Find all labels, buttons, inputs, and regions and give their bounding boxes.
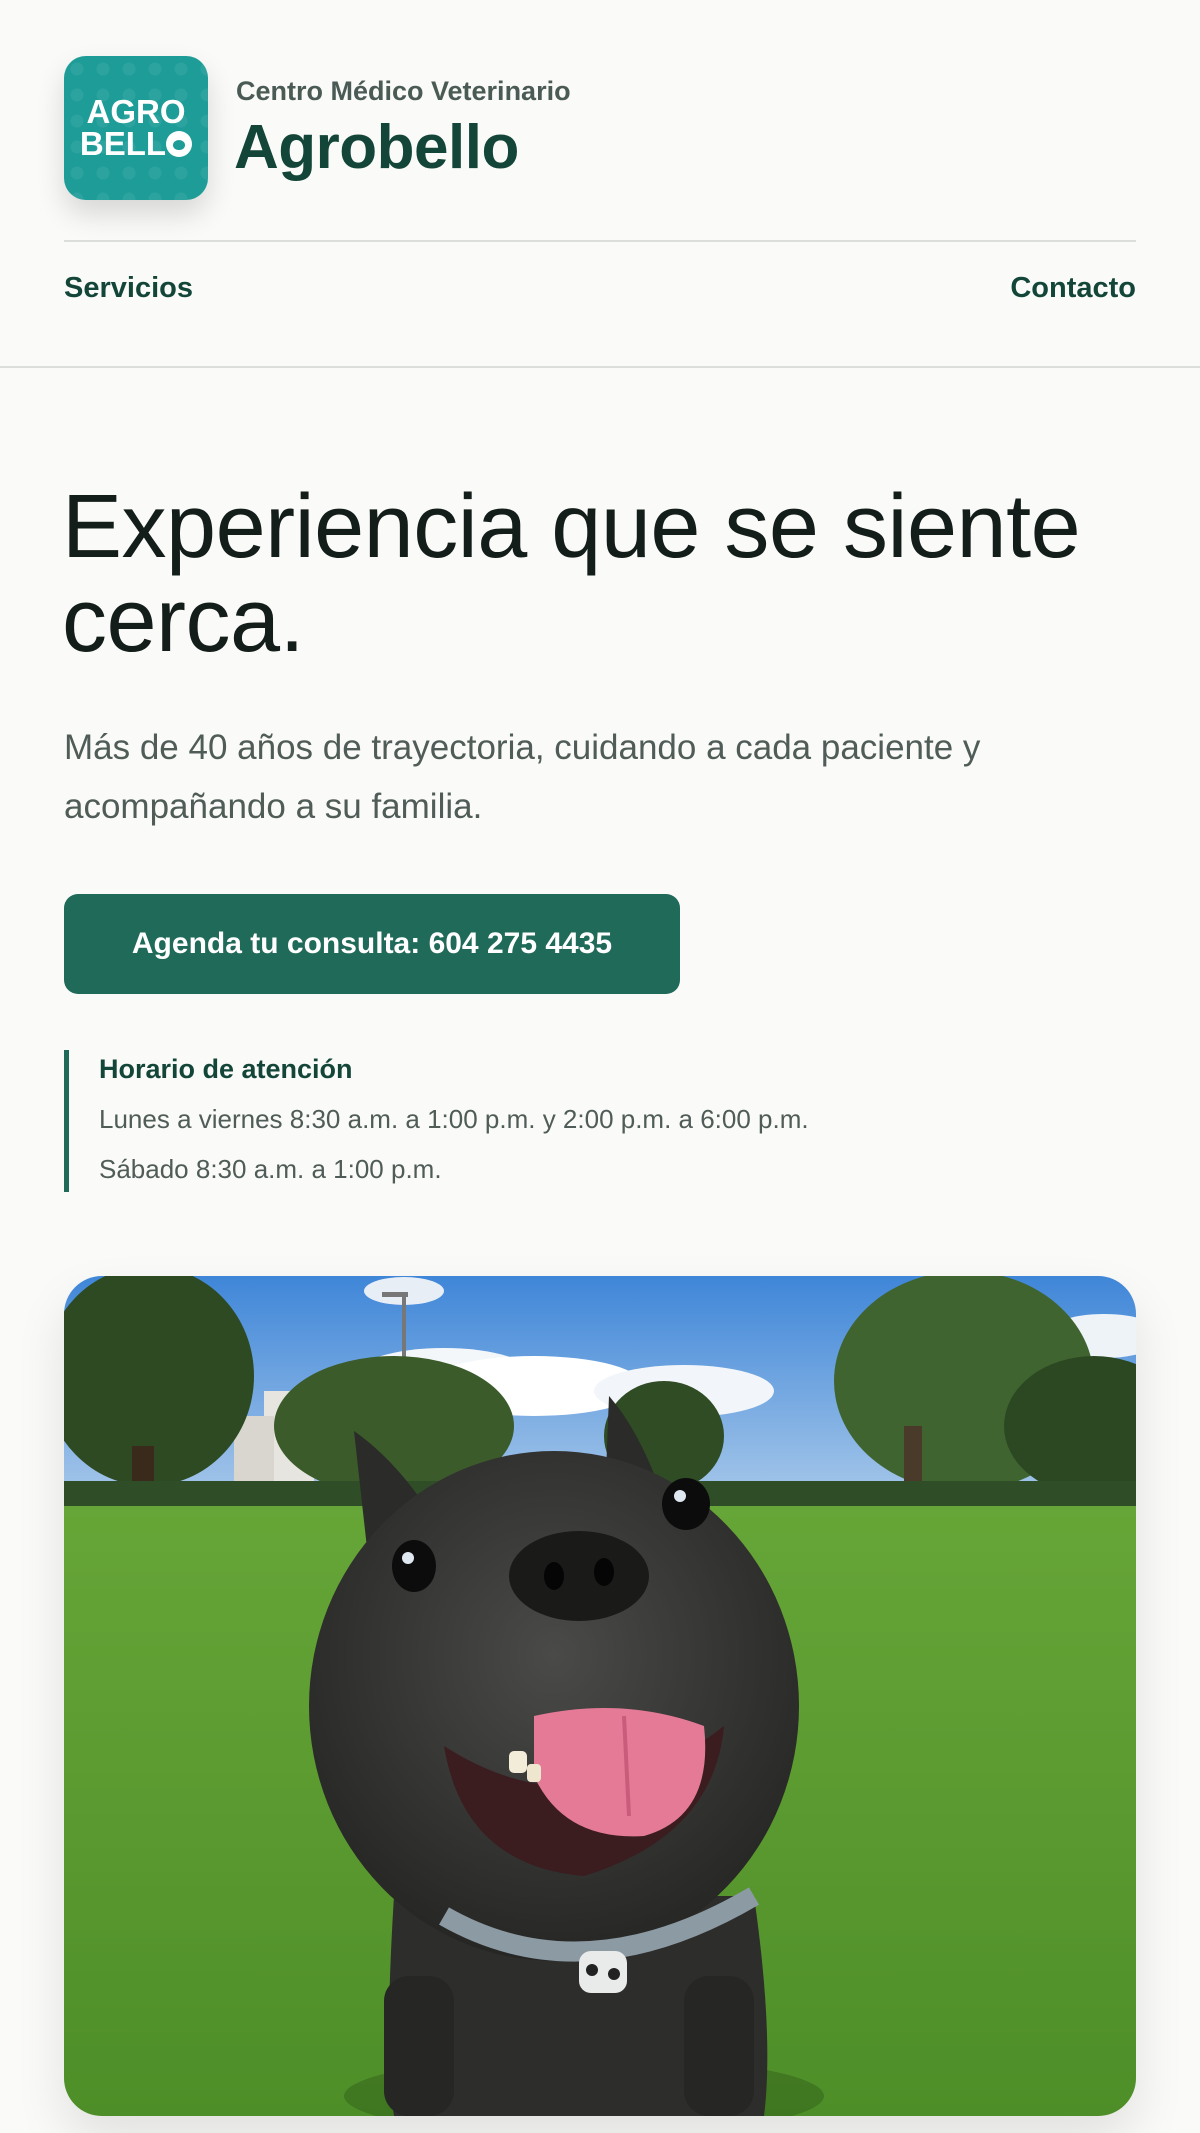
paw-icon	[166, 131, 193, 157]
hero-title: Experiencia que se siente cerca.	[62, 477, 1081, 671]
hero-photo-french-bulldog	[64, 1276, 1136, 2116]
logo-text-bottom: BELL	[80, 127, 193, 160]
nav-link-servicios[interactable]: Servicios	[64, 272, 193, 305]
hero-subtitle: Más de 40 años de trayectoria, cuidando …	[64, 728, 981, 826]
agrobello-logo[interactable]: AGRO BELL	[64, 56, 208, 200]
nav-link-contacto[interactable]: Contacto	[1010, 272, 1136, 305]
opening-hours-title: Horario de atención	[99, 1054, 353, 1084]
logo-text-top: AGRO	[86, 93, 186, 130]
schedule-consultation-button[interactable]: Agenda tu consulta: 604 275 4435	[64, 894, 680, 994]
opening-hours: Horario de atención Lunes a viernes 8:30…	[64, 1050, 809, 1192]
header-divider	[64, 240, 1136, 242]
header-subtitle: Centro Médico Veterinario	[236, 76, 571, 106]
dog-photo-illustration	[64, 1276, 1136, 2116]
brand-name[interactable]: Agrobello	[234, 112, 519, 183]
site-header: AGRO BELL Centro Médico Veterinario Agro…	[0, 0, 1200, 368]
opening-hours-weekdays: Lunes a viernes 8:30 a.m. a 1:00 p.m. y …	[99, 1104, 809, 1134]
opening-hours-saturday: Sábado 8:30 a.m. a 1:00 p.m.	[99, 1154, 442, 1184]
